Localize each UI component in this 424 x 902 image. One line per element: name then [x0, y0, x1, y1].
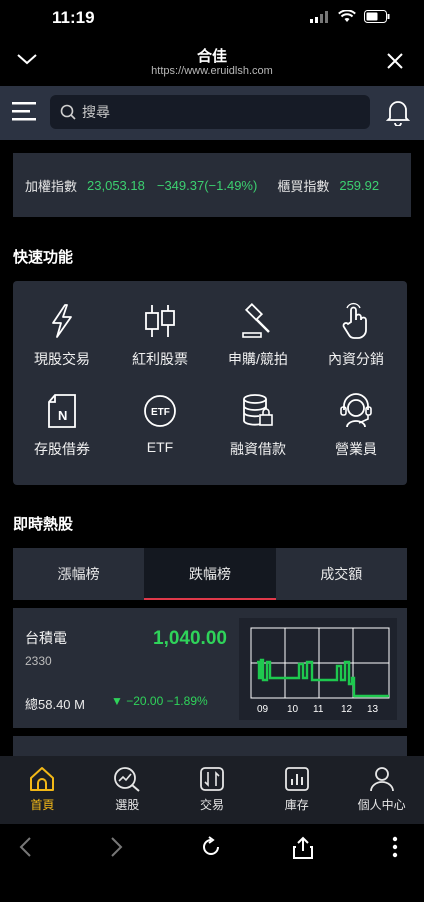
lightning-icon — [52, 304, 72, 338]
tab-label: 選股 — [115, 798, 140, 812]
chart-x-label: 12 — [341, 704, 353, 715]
back-arrow-icon[interactable] — [18, 836, 32, 858]
quick-item-label: ETF — [146, 439, 174, 455]
index-name: 櫃買指數 — [277, 178, 330, 194]
quick-item-label: 申購/競拍 — [228, 351, 288, 367]
index-change: −349.37(−1.49%) — [156, 177, 258, 193]
chart-x-label: 10 — [287, 704, 299, 715]
signal-icon — [310, 10, 328, 23]
tab-label: 交易 — [199, 798, 224, 812]
forward-arrow-icon[interactable] — [110, 836, 124, 858]
search-placeholder: 搜尋 — [82, 104, 110, 120]
tab-inventory[interactable]: 庫存 — [254, 756, 339, 824]
tab-label: 個人中心 — [357, 798, 406, 812]
status-time: 11:19 — [52, 8, 95, 27]
chart-x-label: 09 — [257, 704, 269, 715]
etf-coin-icon: ETF — [144, 395, 176, 427]
quick-item-label: 內資分銷 — [328, 351, 384, 367]
tab-top-losers[interactable]: 跌幅榜 — [144, 548, 276, 600]
stock-code: 2330 — [25, 654, 52, 668]
wifi-icon — [338, 10, 356, 22]
stock-change-value: −20.00 — [126, 694, 164, 708]
tab-trade[interactable]: 交易 — [170, 756, 255, 824]
hand-pointer-icon — [342, 302, 367, 339]
hot-stocks-title: 即時熱股 — [13, 516, 74, 533]
index-strip[interactable]: 加權指數 23,053.18 −349.37(−1.49%) 櫃買指數 259.… — [13, 153, 411, 217]
more-vertical-icon[interactable] — [392, 836, 398, 858]
quick-item-bonus-stock[interactable]: 紅利股票 — [111, 299, 209, 369]
quick-item-internal-distribution[interactable]: 內資分銷 — [307, 299, 405, 369]
quick-item-label: 現股交易 — [34, 351, 90, 367]
bell-icon[interactable] — [386, 98, 410, 126]
tab-stock-picker[interactable]: 選股 — [85, 756, 170, 824]
quick-functions-title: 快速功能 — [13, 249, 74, 266]
quick-item-subscribe-auction[interactable]: 申購/競拍 — [209, 299, 307, 369]
app-header: 搜尋 — [0, 86, 424, 140]
intraday-mini-chart: 09 10 11 12 13 — [239, 618, 397, 720]
quick-item-label: 紅利股票 — [132, 351, 188, 367]
document-n-icon: N — [48, 394, 76, 428]
candlestick-icon — [145, 305, 175, 337]
status-icons — [310, 10, 390, 23]
tab-top-gainers[interactable]: 漲幅榜 — [13, 548, 144, 600]
bar-chart-icon — [284, 767, 309, 791]
close-icon[interactable] — [386, 52, 404, 70]
stock-price: 1,040.00 — [153, 628, 227, 649]
stock-change-pct: −1.89% — [166, 694, 208, 708]
browser-url: https://www.eruidlsh.com — [151, 65, 273, 77]
database-lock-icon — [243, 394, 273, 426]
browser-title: 合佳 — [196, 48, 227, 65]
user-icon — [369, 767, 394, 792]
chart-search-icon — [114, 767, 140, 792]
tab-turnover[interactable]: 成交額 — [276, 548, 407, 600]
index-name: 加權指數 — [25, 178, 78, 194]
browser-nav — [0, 824, 424, 902]
tab-label: 首頁 — [30, 798, 55, 812]
quick-item-label: 融資借款 — [230, 441, 286, 457]
hot-stocks-tabs: 漲幅榜 跌幅榜 成交額 — [13, 548, 407, 600]
reload-icon[interactable] — [200, 836, 222, 858]
tab-profile[interactable]: 個人中心 — [339, 756, 424, 824]
quick-item-etf[interactable]: ETF ETF — [111, 389, 209, 455]
trade-icon — [200, 767, 224, 791]
quick-item-stock-lending[interactable]: N 存股借券 — [13, 389, 111, 459]
tab-label: 庫存 — [284, 798, 309, 812]
down-triangle-icon: ▼ — [111, 694, 123, 708]
quick-item-sales-rep[interactable]: 營業員 — [307, 389, 405, 459]
quick-item-label: 營業員 — [335, 441, 377, 457]
stock-card[interactable]: 台積電 2330 1,040.00 總58.40 M ▼ −20.00 −1.8… — [13, 608, 407, 728]
quick-functions-panel: 現股交易 紅利股票 申購/競拍 內資分銷 N 存股借券 ETF ETF 融資借款… — [13, 281, 407, 485]
status-bar: 11:19 — [0, 0, 424, 40]
gavel-icon — [242, 302, 270, 338]
stock-volume: 總58.40 M — [25, 697, 85, 712]
bottom-tab-bar: 首頁 選股 交易 庫存 個人中心 — [0, 756, 424, 824]
home-icon — [30, 767, 55, 791]
search-icon — [60, 104, 76, 120]
stock-change: ▼ −20.00 −1.89% — [111, 694, 208, 708]
tab-home[interactable]: 首頁 — [0, 756, 85, 824]
index-value: 23,053.18 — [87, 177, 145, 193]
svg-text:ETF: ETF — [151, 407, 170, 418]
chart-x-label: 11 — [313, 704, 324, 715]
headset-icon — [340, 393, 372, 428]
svg-text:N: N — [58, 408, 67, 423]
index-value: 259.92 — [339, 177, 380, 193]
chart-x-label: 13 — [367, 704, 379, 715]
browser-bar: 合佳 https://www.eruidlsh.com — [0, 40, 424, 86]
share-icon[interactable] — [292, 836, 314, 860]
stock-name: 台積電 — [25, 630, 67, 646]
battery-icon — [364, 10, 390, 23]
search-input[interactable]: 搜尋 — [50, 95, 370, 129]
quick-item-margin-loan[interactable]: 融資借款 — [209, 389, 307, 459]
quick-item-label: 存股借券 — [34, 441, 90, 457]
quick-item-spot-trading[interactable]: 現股交易 — [13, 299, 111, 369]
menu-icon[interactable] — [12, 100, 36, 122]
